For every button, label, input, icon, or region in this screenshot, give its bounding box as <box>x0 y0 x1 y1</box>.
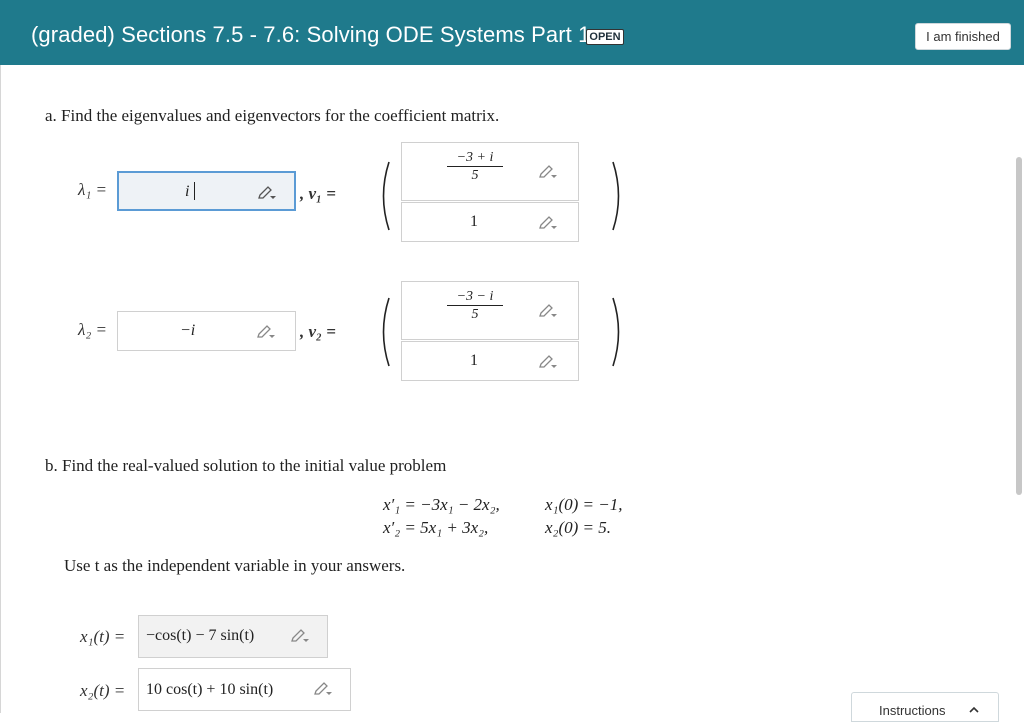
initial-condition-1: x₁(0) = −1, <box>545 495 623 514</box>
right-paren-v1 <box>612 161 620 231</box>
left-paren-v2 <box>382 297 390 367</box>
v1-bottom-value: 1 <box>470 213 478 230</box>
pencil-icon[interactable] <box>290 628 310 644</box>
pencil-icon[interactable] <box>538 164 558 180</box>
lambda1-value: i <box>185 183 190 200</box>
pencil-icon[interactable] <box>256 324 276 340</box>
lambda1-label: λ₁ = <box>78 180 107 199</box>
lambda1-input[interactable]: i <box>117 171 296 211</box>
x1-label: x₁(t) = <box>80 627 126 646</box>
v1-top-fraction: −3 + i 5 <box>447 150 503 184</box>
pencil-icon[interactable] <box>538 303 558 319</box>
finish-button[interactable]: I am finished <box>915 23 1011 50</box>
part-b-prompt: b. Find the real-valued solution to the … <box>45 456 447 475</box>
x1-value: −cos(t) − 7 sin(t) <box>146 627 255 644</box>
scrollbar[interactable] <box>1016 157 1022 495</box>
pencil-icon[interactable] <box>538 354 558 370</box>
v1-bottom-input[interactable]: 1 <box>401 202 579 242</box>
pencil-icon[interactable] <box>257 185 277 201</box>
lambda2-label: λ₂ = <box>78 320 107 339</box>
part-a-prompt: a. Find the eigenvalues and eigenvectors… <box>45 106 500 125</box>
status-badge: OPEN <box>586 29 624 45</box>
instructions-tab[interactable]: Instructions <box>851 692 999 722</box>
right-paren-v2 <box>612 297 620 367</box>
page-title: (graded) Sections 7.5 - 7.6: Solving ODE… <box>31 22 591 47</box>
pencil-icon[interactable] <box>538 215 558 231</box>
x2-label: x₂(t) = <box>80 681 126 700</box>
initial-condition-2: x₂(0) = 5. <box>545 518 611 537</box>
v2-bottom-input[interactable]: 1 <box>401 341 579 381</box>
pencil-icon[interactable] <box>313 681 333 697</box>
ode-equation-2: x′₂ = 5x₁ + 3x₂, <box>383 518 489 537</box>
v2-top-input[interactable]: −3 − i 5 <box>401 281 579 340</box>
instruction-text: Use t as the independent variable in you… <box>64 556 406 575</box>
text-cursor <box>194 182 195 200</box>
v2-top-fraction: −3 − i 5 <box>447 289 503 323</box>
assignment-header: (graded) Sections 7.5 - 7.6: Solving ODE… <box>0 0 1024 65</box>
left-border <box>0 65 1 713</box>
x1-input[interactable]: −cos(t) − 7 sin(t) <box>138 615 328 658</box>
v2-label: , v₂ = <box>300 322 336 341</box>
ode-equation-1: x′₁ = −3x₁ − 2x₂, <box>383 495 500 514</box>
left-paren-v1 <box>382 161 390 231</box>
lambda2-value: −i <box>180 322 196 339</box>
v2-bottom-value: 1 <box>470 352 478 369</box>
x2-input[interactable]: 10 cos(t) + 10 sin(t) <box>138 668 351 711</box>
x2-value: 10 cos(t) + 10 sin(t) <box>146 681 274 698</box>
chevron-up-icon <box>969 706 979 713</box>
v1-label: , v₁ = <box>300 184 336 203</box>
instructions-label: Instructions <box>879 703 946 718</box>
v1-top-input[interactable]: −3 + i 5 <box>401 142 579 201</box>
lambda2-input[interactable]: −i <box>117 311 296 351</box>
